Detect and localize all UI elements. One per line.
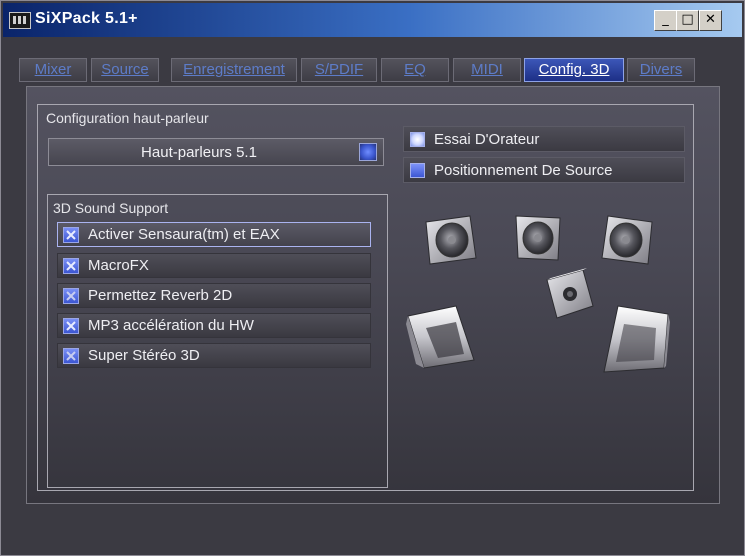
rear-left-speaker-icon[interactable]: [404, 302, 478, 370]
checkbox-reverb[interactable]: [63, 288, 79, 304]
speaker-test-toggle[interactable]: [410, 132, 425, 147]
minimize-button[interactable]: _: [654, 10, 677, 31]
speaker-test-label: Essai D'Orateur: [434, 131, 540, 148]
front-right-speaker-icon[interactable]: [598, 212, 656, 270]
speaker-test-option[interactable]: Essai D'Orateur: [403, 126, 685, 152]
speaker-config-value: Haut-parleurs 5.1: [141, 144, 257, 161]
checkbox-label: Activer Sensaura(tm) et EAX: [88, 226, 280, 243]
checkbox-label: Super Stéréo 3D: [88, 347, 200, 364]
sound-3d-label: 3D Sound Support: [53, 200, 169, 216]
tab-divers[interactable]: Divers: [627, 58, 695, 82]
checkbox-row-reverb[interactable]: Permettez Reverb 2D: [57, 283, 371, 308]
checkbox-super-stereo[interactable]: [63, 348, 79, 364]
checkbox-row-sensaura[interactable]: Activer Sensaura(tm) et EAX: [57, 222, 371, 247]
checkbox-mp3-hw[interactable]: [63, 318, 79, 334]
maximize-button[interactable]: □: [676, 10, 699, 31]
checkbox-label: Permettez Reverb 2D: [88, 287, 233, 304]
checkbox-label: MacroFX: [88, 257, 149, 274]
subwoofer-icon[interactable]: [543, 268, 595, 320]
tab-mixer[interactable]: Mixer: [19, 58, 87, 82]
rear-right-speaker-icon[interactable]: [598, 302, 672, 374]
front-left-speaker-icon[interactable]: [422, 212, 480, 270]
dropdown-button[interactable]: [359, 143, 377, 161]
tab-midi[interactable]: MIDI: [453, 58, 521, 82]
close-button[interactable]: ✕: [699, 10, 722, 31]
checkbox-label: MP3 accélération du HW: [88, 317, 254, 334]
tab-config-3d[interactable]: Config. 3D: [524, 58, 624, 82]
checkbox-row-super-stereo[interactable]: Super Stéréo 3D: [57, 343, 371, 368]
speaker-config-select[interactable]: Haut-parleurs 5.1: [48, 138, 384, 166]
checkbox-row-macrofx[interactable]: MacroFX: [57, 253, 371, 278]
checkbox-sensaura[interactable]: [63, 227, 79, 243]
tab-source[interactable]: Source: [91, 58, 159, 82]
speaker-config-label: Configuration haut-parleur: [46, 110, 209, 126]
tab-spdif[interactable]: S/PDIF: [301, 58, 377, 82]
checkbox-row-mp3-hw[interactable]: MP3 accélération du HW: [57, 313, 371, 338]
tab-enregistrement[interactable]: Enregistrement: [171, 58, 297, 82]
source-positioning-label: Positionnement De Source: [434, 162, 613, 179]
app-icon[interactable]: [9, 12, 31, 29]
source-positioning-option[interactable]: Positionnement De Source: [403, 157, 685, 183]
tab-eq[interactable]: EQ: [381, 58, 449, 82]
source-positioning-toggle[interactable]: [410, 163, 425, 178]
title-bar[interactable]: SiXPack 5.1+ _ □ ✕: [3, 3, 742, 37]
center-speaker-icon[interactable]: [512, 212, 564, 264]
window-title: SiXPack 5.1+: [35, 10, 138, 27]
checkbox-macrofx[interactable]: [63, 258, 79, 274]
